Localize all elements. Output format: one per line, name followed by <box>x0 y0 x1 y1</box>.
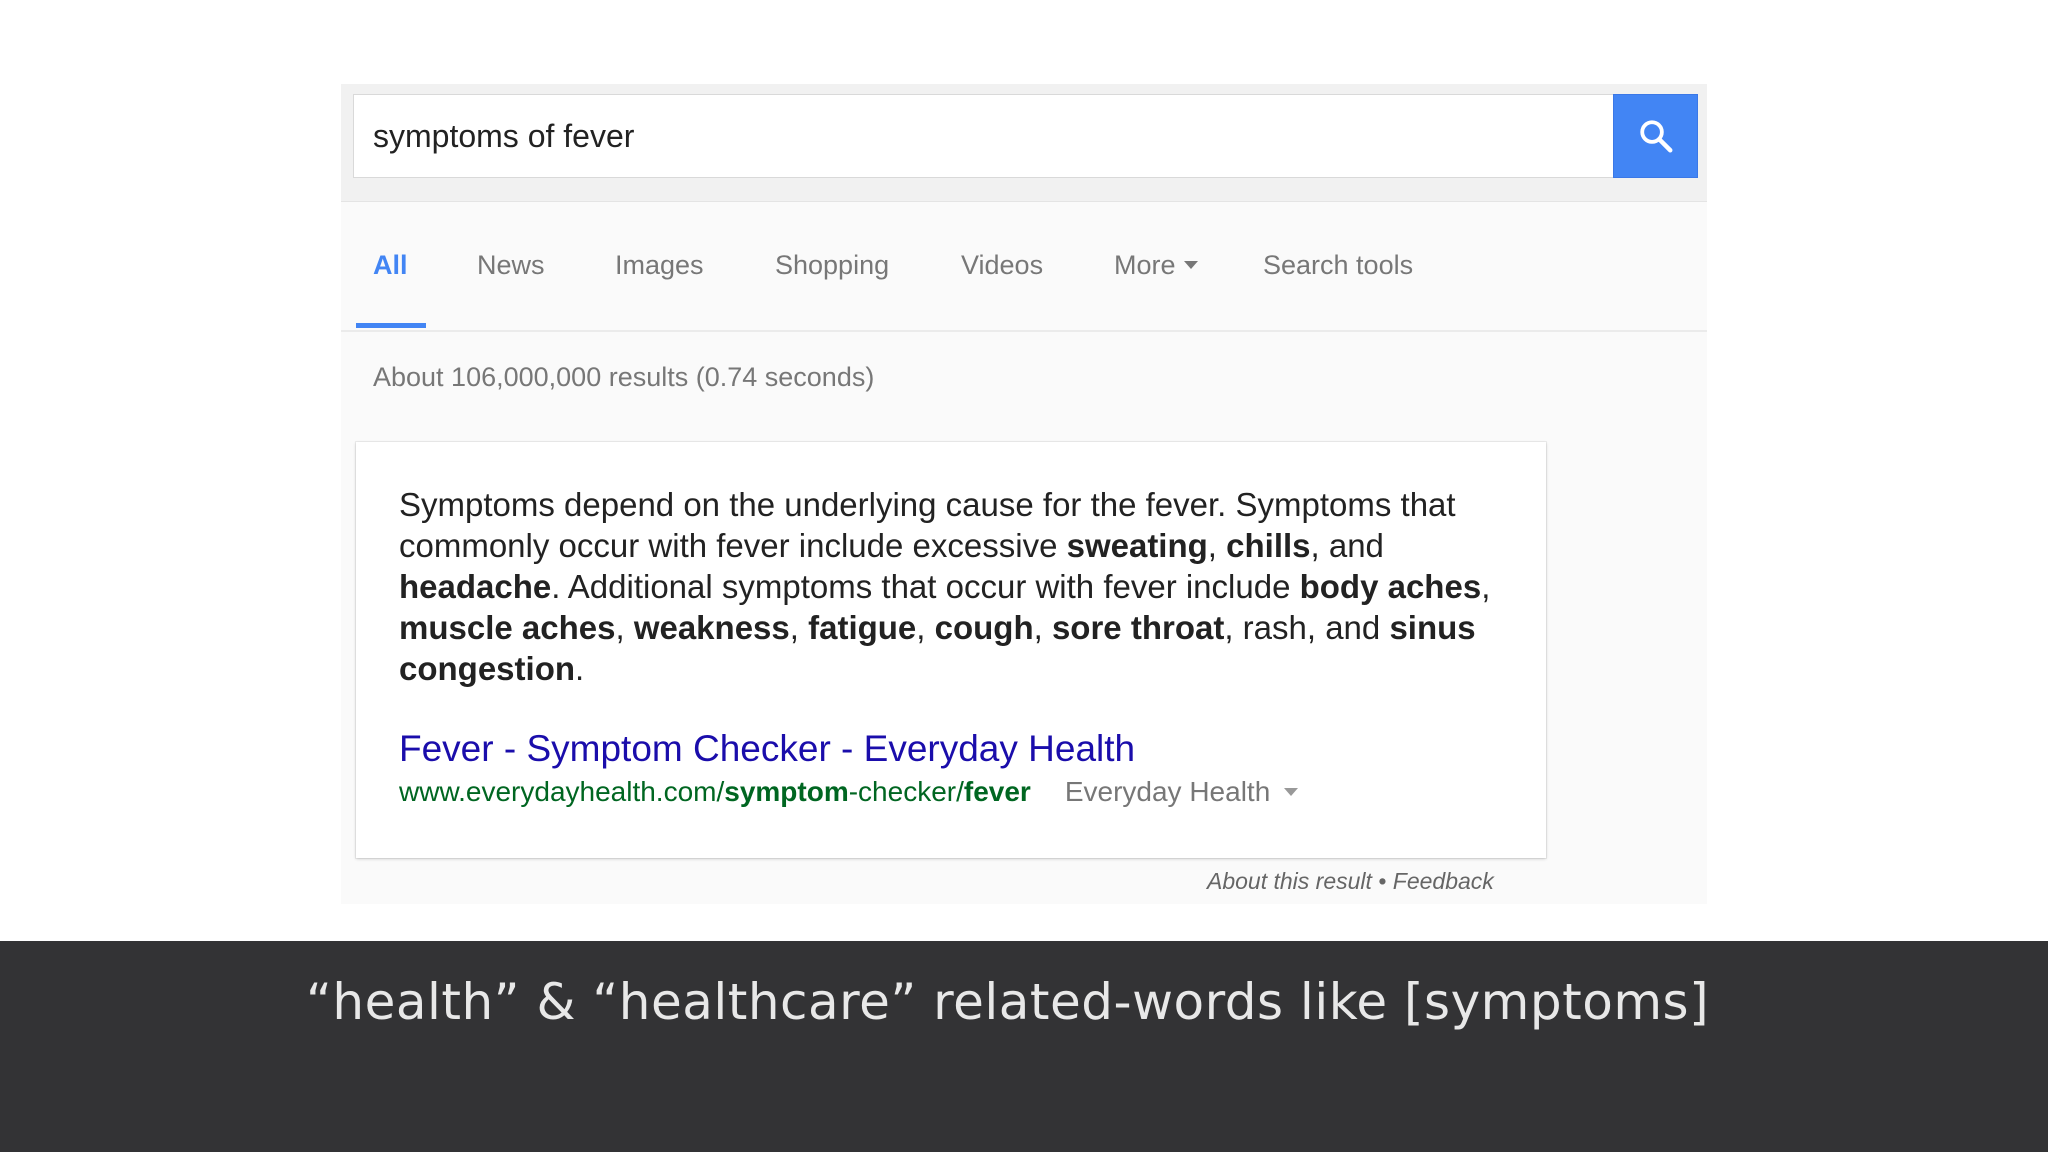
snippet-footer: About this result • Feedback <box>1207 868 1494 895</box>
url-text: www.everydayhealth.com/ <box>399 776 725 807</box>
snippet-text: , <box>916 609 935 646</box>
source-dropdown[interactable]: Everyday Health <box>1064 776 1299 807</box>
snippet-text: , <box>615 609 634 646</box>
tab-images[interactable]: Images <box>615 250 704 281</box>
snippet-text: . Additional symptoms that occur with fe… <box>551 568 1300 605</box>
snippet-bold-term: sweating <box>1066 527 1208 564</box>
tab-videos[interactable]: Videos <box>961 250 1043 281</box>
snippet-bold-term: body aches <box>1299 568 1482 605</box>
search-icon <box>1639 120 1672 153</box>
search-tabs: All News Images Shopping Videos More Sea… <box>341 202 1707 332</box>
url-bold-term: symptom <box>724 776 849 807</box>
snippet-bold-term: sore throat <box>1051 609 1225 646</box>
snippet-text: , rash, and <box>1224 609 1390 646</box>
slide-caption-band: “health” & “healthcare” related-words li… <box>0 941 2048 1152</box>
search-bar: symptoms of fever <box>341 84 1707 202</box>
snippet-text: , <box>1207 527 1227 564</box>
snippet-bold-term: headache <box>399 568 552 605</box>
tab-more[interactable]: More <box>1114 250 1198 281</box>
chevron-down-icon <box>1183 260 1198 269</box>
search-results-page: symptoms of fever All News Images Shoppi… <box>341 84 1707 904</box>
snippet-bold-term: chills <box>1226 527 1311 564</box>
url-text: -checker/ <box>848 776 964 807</box>
about-this-result-link[interactable]: About this result <box>1207 868 1372 894</box>
slide-caption: “health” & “healthcare” related-words li… <box>306 973 1710 1031</box>
footer-separator: • <box>1371 868 1393 894</box>
result-url[interactable]: www.everydayhealth.com/symptom-checker/f… <box>399 776 1031 807</box>
url-bold-term: fever <box>963 776 1031 807</box>
snippet-bold-term: fatigue <box>808 609 917 646</box>
snippet-text: . <box>575 650 585 687</box>
source-name: Everyday Health <box>1064 776 1271 807</box>
snippet-text: , <box>789 609 809 646</box>
result-stats: About 106,000,000 results (0.74 seconds) <box>373 362 875 392</box>
feedback-link[interactable]: Feedback <box>1393 868 1494 894</box>
snippet-bold-term: muscle aches <box>399 609 616 646</box>
snippet-bold-term: cough <box>934 609 1034 646</box>
featured-snippet-text: Symptoms depend on the underlying cause … <box>399 484 1519 689</box>
tab-search-tools[interactable]: Search tools <box>1263 250 1413 281</box>
active-tab-indicator <box>356 323 426 328</box>
snippet-text: , and <box>1310 527 1384 564</box>
tab-news[interactable]: News <box>477 250 545 281</box>
snippet-text: , <box>1033 609 1052 646</box>
slide-content-area: symptoms of fever All News Images Shoppi… <box>0 0 2048 941</box>
tab-all[interactable]: All <box>373 250 408 281</box>
snippet-text: , <box>1481 568 1491 605</box>
search-button[interactable] <box>1613 94 1698 178</box>
snippet-bold-term: weakness <box>633 609 790 646</box>
caret-down-icon <box>1284 787 1299 796</box>
tab-more-label: More <box>1114 250 1176 280</box>
result-url-row: www.everydayhealth.com/symptom-checker/f… <box>399 776 1299 808</box>
search-input[interactable]: symptoms of fever <box>353 94 1615 178</box>
featured-snippet-card: Symptoms depend on the underlying cause … <box>356 442 1546 858</box>
result-title-link[interactable]: Fever - Symptom Checker - Everyday Healt… <box>399 728 1135 770</box>
tab-shopping[interactable]: Shopping <box>775 250 889 281</box>
